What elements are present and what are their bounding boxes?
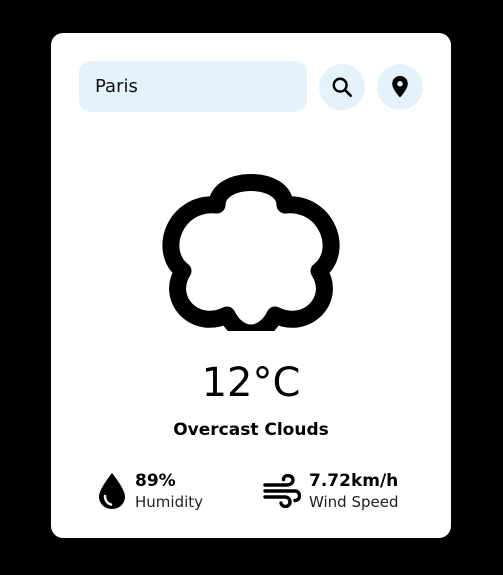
- wind-speed-label: Wind Speed: [309, 493, 399, 511]
- humidity-label: Humidity: [135, 493, 204, 511]
- wind-speed-value: 7.72km/h: [309, 471, 399, 491]
- map-pin-icon: [392, 76, 408, 98]
- wind-stat: 7.72km/h Wind Speed: [263, 467, 399, 515]
- wind-icon: [263, 474, 301, 508]
- search-button[interactable]: [319, 64, 365, 110]
- weather-card: 12°C Overcast Clouds 89% Humidity 7.72km…: [51, 33, 451, 538]
- temperature: 12°C: [201, 360, 301, 406]
- water-drop-icon: [99, 473, 125, 509]
- location-button[interactable]: [377, 64, 423, 110]
- cloud-icon: [162, 174, 340, 331]
- magnifier-icon: [332, 77, 352, 97]
- search-row: [79, 61, 423, 112]
- weather-condition: Overcast Clouds: [173, 420, 329, 440]
- humidity-stat: 89% Humidity: [97, 467, 203, 515]
- humidity-value: 89%: [135, 471, 176, 491]
- search-box[interactable]: [79, 61, 307, 112]
- city-search-input[interactable]: [95, 76, 291, 97]
